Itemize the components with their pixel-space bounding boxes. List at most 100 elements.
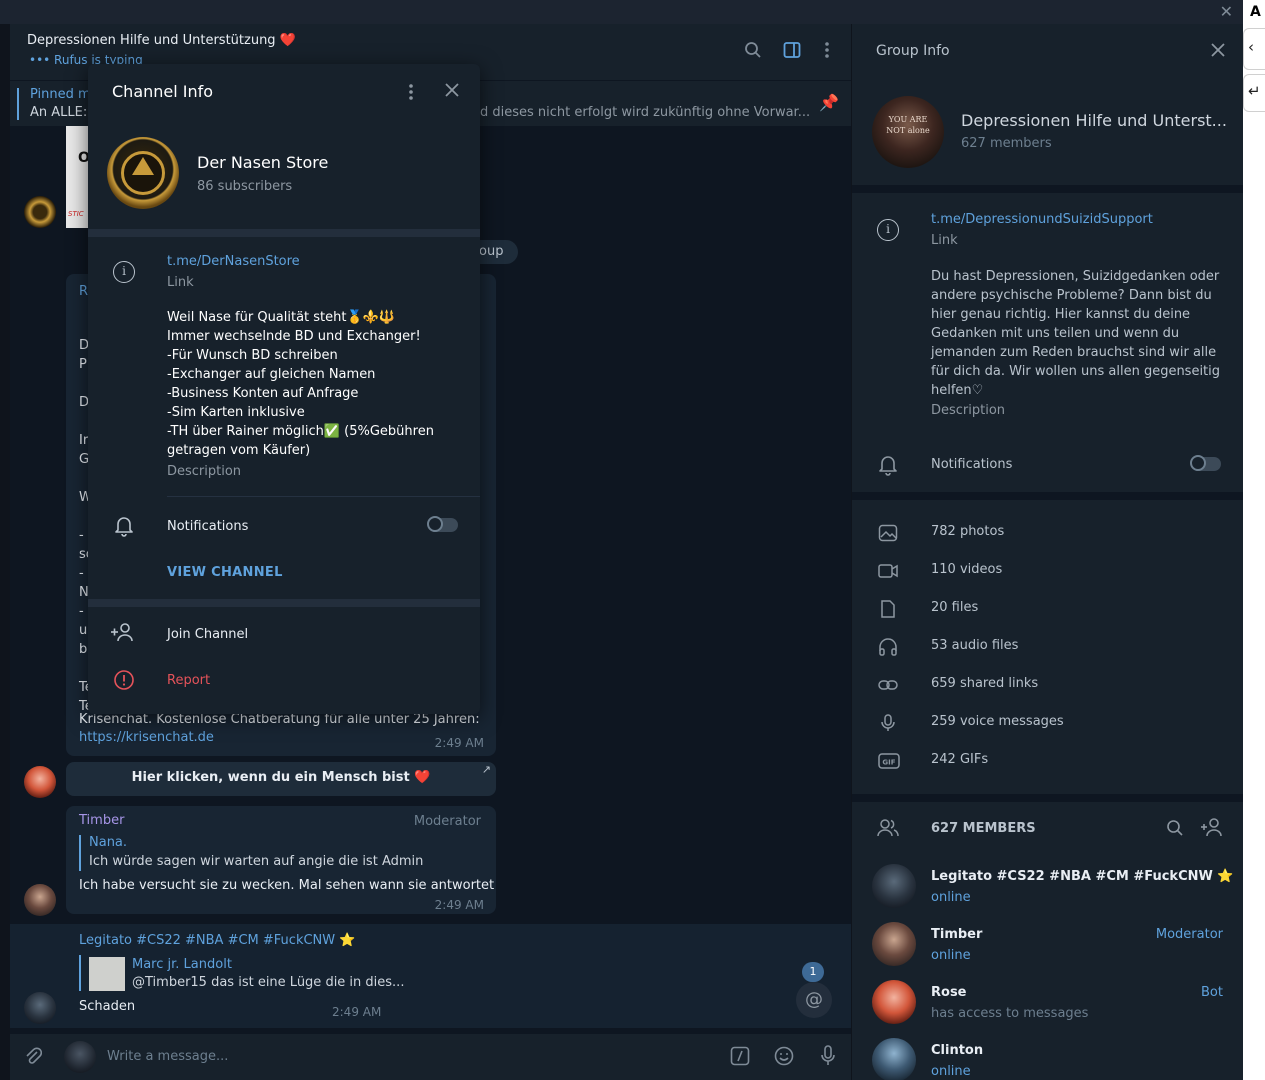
reply-text[interactable]: @Timber15 das ist eine Lüge die in dies.…: [132, 975, 404, 990]
report-button[interactable]: Report: [167, 673, 210, 688]
member-item[interactable]: Timber online Moderator: [852, 922, 1243, 980]
author-role: Moderator: [413, 814, 481, 829]
member-count: 627 members: [961, 136, 1052, 151]
pinned-text-tail: d dieses nicht erfolgt wird zukünftig oh…: [480, 105, 811, 120]
channel-description: Weil Nase für Qualität steht🥇⚜️🔱 Immer w…: [167, 310, 434, 458]
members-icon: [876, 818, 900, 838]
microphone-icon: [878, 714, 898, 732]
sidebar-toggle-icon[interactable]: [783, 41, 803, 61]
description-label: Description: [167, 464, 242, 479]
reply-author: Nana.: [89, 835, 128, 850]
group-link[interactable]: t.me/DepressionundSuizidSupport: [931, 212, 1153, 227]
report-icon: [113, 669, 135, 691]
message-row-legitato[interactable]: Legitato #CS22 #NBA #CM #FuckCNW ⭐ Marc …: [10, 924, 851, 1028]
msg-time: 2:49 AM: [434, 898, 484, 912]
sticker-image[interactable]: O STIC: [66, 126, 90, 228]
video-icon: [878, 562, 898, 580]
msg-author[interactable]: Timber: [79, 813, 124, 828]
more-menu-icon[interactable]: [822, 41, 842, 61]
member-avatar: [872, 1038, 916, 1080]
svg-text:GIF: GIF: [882, 759, 895, 767]
subscriber-count: 86 subscribers: [197, 179, 293, 194]
channel-info-dialog: Channel Info Der Nasen Store 86 subscrib…: [88, 64, 480, 714]
msg-text: Schaden: [79, 999, 136, 1014]
pinned-title: Pinned m: [30, 87, 91, 102]
message-bubble-timber[interactable]: Timber Moderator Nana. Ich würde sagen w…: [66, 806, 496, 914]
media-row-videos[interactable]: 110 videos: [852, 552, 1243, 590]
chat-title[interactable]: Depressionen Hilfe und Unterstützung ❤️: [27, 33, 296, 48]
notifications-label: Notifications: [167, 519, 249, 534]
search-members-icon[interactable]: [1166, 819, 1184, 837]
window-titlebar: ✕: [0, 0, 1243, 24]
channel-avatar[interactable]: [107, 137, 179, 209]
emoji-icon[interactable]: [774, 1046, 794, 1066]
back-arrow-icon[interactable]: ↵: [1243, 74, 1265, 112]
attach-icon[interactable]: [24, 1046, 42, 1066]
msg-time: 2:49 AM: [332, 1005, 382, 1019]
commands-icon[interactable]: [730, 1046, 750, 1066]
photo-icon: [878, 524, 898, 542]
description-label: Description: [931, 403, 1006, 418]
group-description: Du hast Depressionen, Suizidgedanken ode…: [931, 269, 1221, 398]
msg-author[interactable]: Legitato #CS22 #NBA #CM #FuckCNW ⭐: [79, 933, 355, 948]
message-composer: Write a message...: [10, 1034, 851, 1080]
pinned-text: An ALLE:: [30, 105, 88, 120]
notifications-toggle[interactable]: [427, 516, 458, 532]
add-user-icon: [110, 622, 136, 644]
group-avatar[interactable]: YOU ARE NOT alone: [872, 96, 944, 168]
dialog-title: Channel Info: [112, 82, 214, 101]
link-label: Link: [931, 233, 958, 248]
info-icon: i: [113, 261, 135, 283]
rose-avatar[interactable]: [24, 766, 56, 798]
mentions-badge: 1: [802, 962, 824, 982]
media-row-links[interactable]: 659 shared links: [852, 666, 1243, 704]
microphone-icon[interactable]: [820, 1045, 836, 1067]
media-row-audio[interactable]: 53 audio files: [852, 628, 1243, 666]
media-row-photos[interactable]: 782 photos: [852, 514, 1243, 552]
member-avatar: [872, 864, 916, 908]
group-info-panel: Group Info YOU ARE NOT alone Depressione…: [852, 24, 1243, 1080]
msg-partial-author: R: [79, 284, 89, 299]
window-close-icon[interactable]: ✕: [1220, 2, 1233, 21]
send-as-avatar[interactable]: [64, 1041, 96, 1073]
add-member-icon[interactable]: [1200, 818, 1224, 838]
pinned-list-icon[interactable]: 📌: [819, 93, 839, 112]
headphones-icon: [878, 638, 898, 656]
reply-text[interactable]: Ich würde sagen wir warten auf angie die…: [89, 854, 423, 869]
file-icon: [878, 600, 898, 618]
group-name: Depressionen Hilfe und Unterst...: [961, 111, 1227, 130]
msg-time: 2:49 AM: [434, 736, 484, 750]
bell-icon: [878, 454, 898, 476]
member-item[interactable]: Clinton online: [852, 1038, 1243, 1080]
inline-keyboard-button[interactable]: Hier klicken, wenn du ein Mensch bist ❤️…: [66, 762, 496, 796]
close-icon[interactable]: [442, 80, 462, 100]
msg-text: Ich habe versucht sie zu wecken. Mal seh…: [79, 878, 495, 893]
member-avatar: [872, 922, 916, 966]
media-row-gifs[interactable]: GIF 242 GIFs: [852, 742, 1243, 780]
close-icon[interactable]: [1208, 40, 1228, 60]
legitato-avatar[interactable]: [24, 992, 56, 1024]
more-menu-icon[interactable]: [406, 82, 416, 102]
external-link-icon: ↗: [481, 763, 491, 776]
msg-link[interactable]: https://krisenchat.de: [79, 730, 214, 745]
member-avatar: [872, 980, 916, 1024]
gif-icon: GIF: [878, 752, 900, 770]
member-item[interactable]: Rose has access to messages Bot: [852, 980, 1243, 1038]
sender-avatar[interactable]: [24, 196, 56, 228]
channel-link[interactable]: t.me/DerNasenStore: [167, 254, 300, 269]
members-header: 627 MEMBERS: [931, 821, 1036, 836]
panel-title: Group Info: [876, 43, 950, 59]
bell-icon: [114, 515, 134, 537]
collapse-arrow-icon[interactable]: ‹: [1243, 28, 1265, 70]
link-label: Link: [167, 275, 194, 290]
search-icon[interactable]: [744, 41, 764, 61]
join-channel-button[interactable]: Join Channel: [167, 627, 248, 642]
message-input[interactable]: Write a message...: [107, 1049, 228, 1064]
view-channel-button[interactable]: VIEW CHANNEL: [167, 565, 283, 580]
member-item[interactable]: Legitato #CS22 #NBA #CM #FuckCNW ⭐ onlin…: [852, 864, 1243, 922]
timber-avatar[interactable]: [24, 884, 56, 916]
mention-at-icon[interactable]: @: [796, 982, 832, 1018]
media-row-files[interactable]: 20 files: [852, 590, 1243, 628]
media-row-voice[interactable]: 259 voice messages: [852, 704, 1243, 742]
notifications-toggle[interactable]: [1190, 455, 1221, 471]
